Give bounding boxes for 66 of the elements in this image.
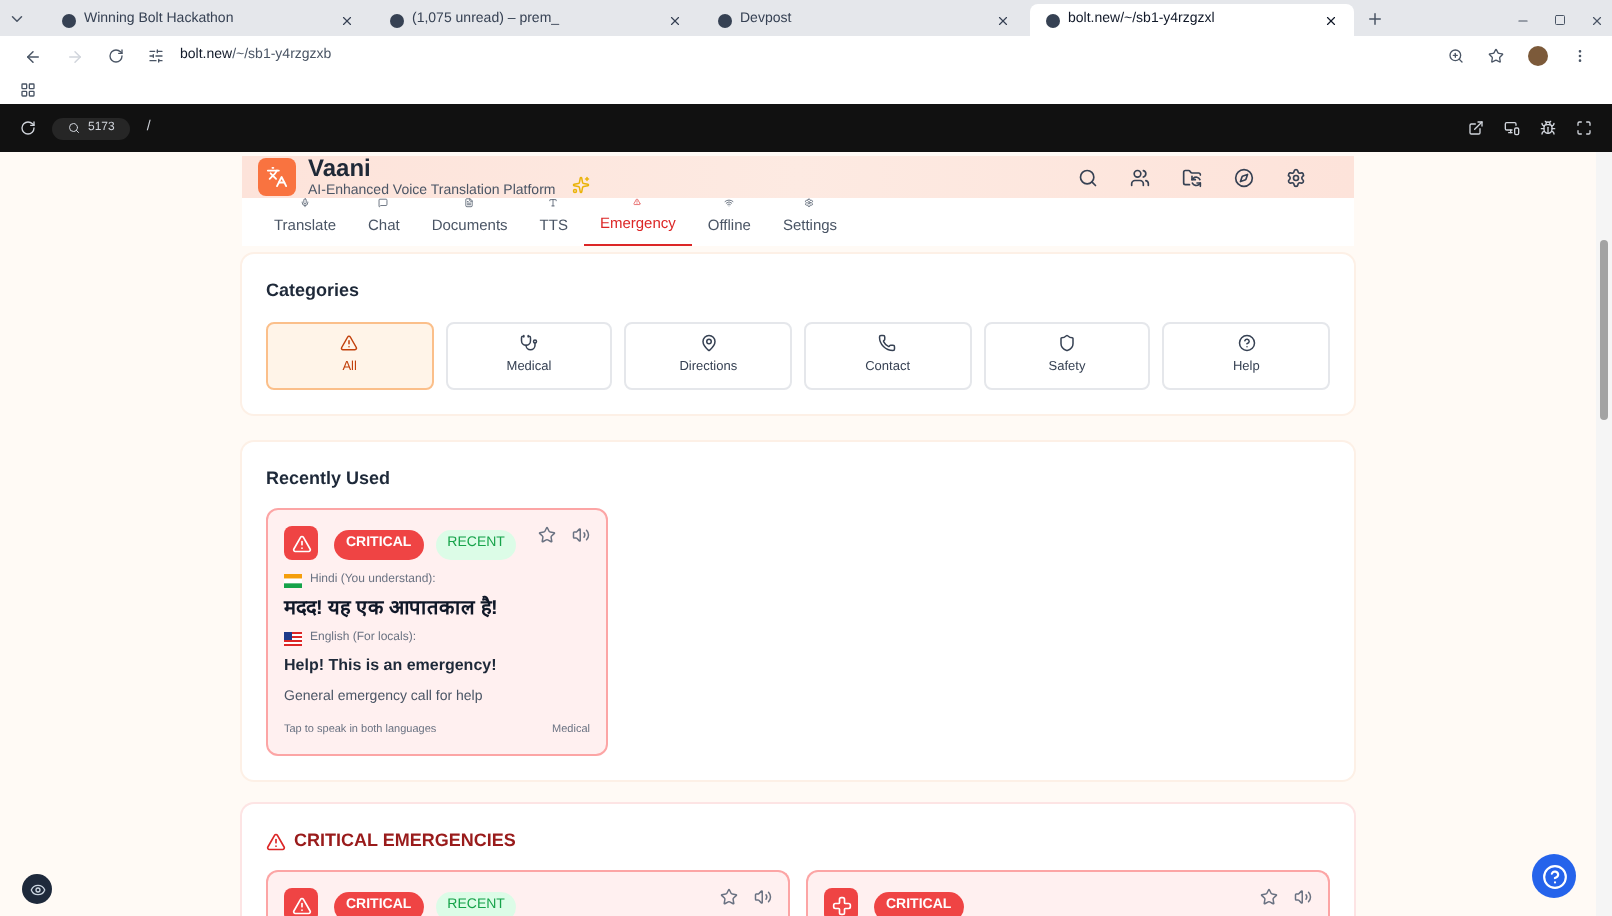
reload-icon[interactable]	[108, 48, 124, 64]
warning-icon	[291, 533, 311, 553]
speaker-icon[interactable]	[1294, 888, 1312, 907]
bookmark-icon[interactable]	[1488, 48, 1504, 64]
section-title: Categories	[266, 278, 362, 304]
section-title: Recently Used	[266, 465, 393, 492]
visibility-button[interactable]	[22, 874, 52, 904]
flag-icon	[284, 574, 302, 588]
warning-icon	[266, 831, 286, 851]
settings-icon	[802, 198, 817, 208]
phrase-text: मदद! यह एक आपातकाल है!	[284, 594, 500, 624]
app-name: Vaani	[308, 156, 373, 180]
translate-icon	[266, 166, 288, 188]
close-icon[interactable]	[668, 13, 682, 27]
tab-list-icon[interactable]	[8, 10, 26, 28]
settings-icon[interactable]	[1286, 167, 1306, 187]
star-icon[interactable]	[538, 526, 556, 544]
help-icon	[1541, 863, 1567, 889]
site-settings-icon[interactable]	[148, 48, 164, 64]
close-icon[interactable]	[1590, 14, 1604, 28]
warning-icon	[340, 333, 359, 352]
microphone-icon	[298, 198, 312, 208]
favicon-icon	[718, 13, 732, 27]
cross-icon	[831, 895, 851, 916]
flag-icon	[284, 632, 302, 646]
users-icon[interactable]	[1130, 167, 1150, 187]
fullscreen-icon[interactable]	[1576, 120, 1592, 136]
map-pin-icon	[699, 333, 718, 352]
wifi-icon	[722, 198, 737, 208]
chat-icon	[376, 198, 391, 208]
new-tab-icon[interactable]	[1366, 10, 1384, 28]
favicon-icon	[62, 13, 76, 27]
help-icon	[1237, 333, 1256, 352]
warning-icon	[291, 895, 311, 916]
stethoscope-icon	[519, 333, 538, 352]
speaker-icon[interactable]	[754, 888, 772, 907]
text-icon	[546, 198, 561, 208]
profile-avatar[interactable]	[1528, 46, 1548, 66]
zoom-icon[interactable]	[1448, 48, 1464, 64]
translation-text: Help! This is an emergency!	[284, 654, 499, 678]
search-icon	[68, 122, 80, 134]
document-icon	[462, 198, 477, 208]
shield-icon	[1057, 333, 1076, 352]
close-icon[interactable]	[340, 13, 354, 27]
apps-icon[interactable]	[20, 82, 36, 98]
help-button[interactable]	[1532, 854, 1576, 898]
phone-icon	[878, 333, 897, 352]
speaker-icon[interactable]	[572, 526, 590, 544]
section-title: CRITICAL EMERGENCIES	[294, 827, 516, 854]
eye-icon	[29, 881, 45, 897]
search-icon[interactable]	[1078, 167, 1098, 187]
bug-icon[interactable]	[1540, 120, 1556, 136]
sparkles-icon	[571, 176, 590, 194]
folder-icon[interactable]	[1182, 167, 1202, 187]
star-icon[interactable]	[720, 888, 738, 907]
favicon-icon	[390, 13, 404, 27]
compass-icon[interactable]	[1234, 167, 1254, 187]
star-icon[interactable]	[1260, 888, 1278, 907]
close-icon[interactable]	[1324, 13, 1338, 27]
favicon-icon	[1046, 13, 1060, 27]
back-icon[interactable]	[24, 47, 42, 65]
maximize-icon[interactable]	[1554, 14, 1566, 26]
devices-icon[interactable]	[1504, 120, 1520, 136]
open-external-icon[interactable]	[1468, 120, 1484, 136]
warning-icon	[630, 198, 645, 206]
close-icon[interactable]	[996, 13, 1010, 27]
